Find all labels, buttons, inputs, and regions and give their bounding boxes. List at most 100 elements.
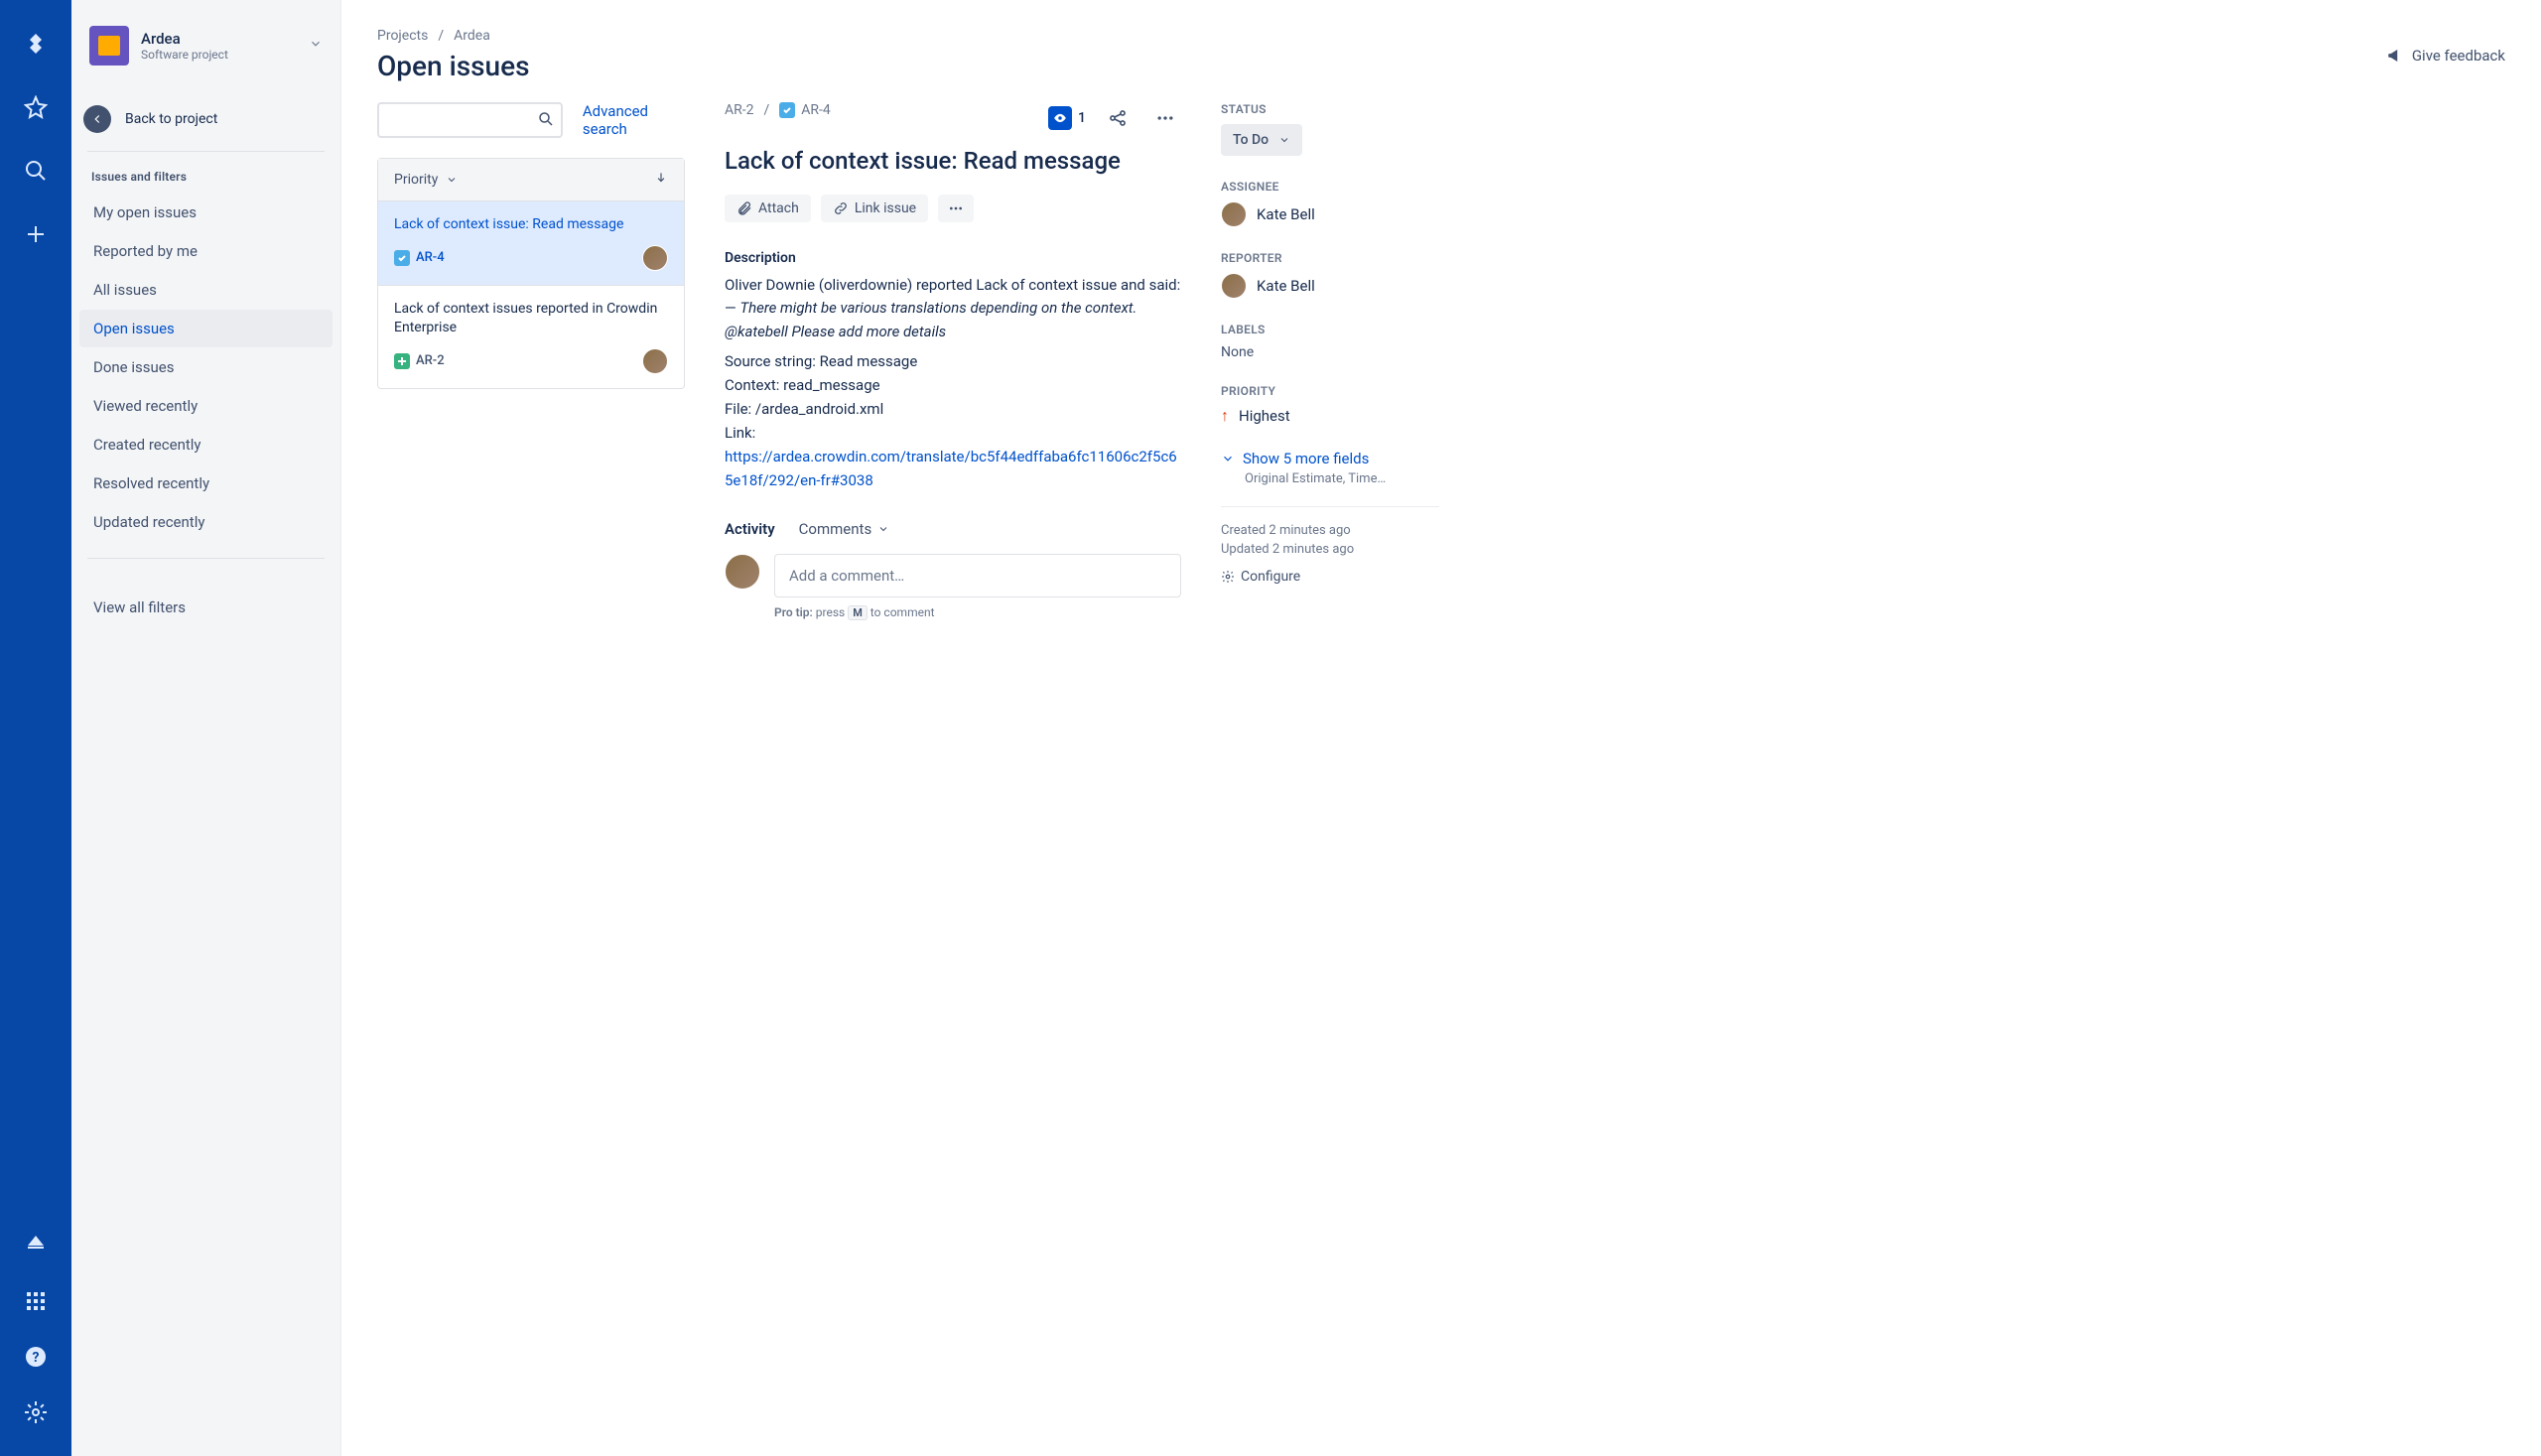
status-value: To Do	[1233, 132, 1269, 148]
notification-icon[interactable]	[16, 1226, 56, 1265]
labels-value[interactable]: None	[1221, 344, 1439, 360]
main-content: Projects / Ardea Open issues Give feedba…	[341, 0, 2541, 1456]
activity-tab-label: Comments	[799, 520, 872, 538]
give-feedback-button[interactable]: Give feedback	[2386, 47, 2505, 65]
watch-count: 1	[1078, 110, 1086, 126]
project-selector[interactable]: Ardea Software project	[79, 20, 333, 71]
issue-key[interactable]: AR-4	[801, 102, 831, 118]
issue-side-panel: STATUS To Do ASSIGNEE Kate Bell	[1221, 102, 1439, 620]
breadcrumb-separator: /	[438, 28, 444, 44]
breadcrumb-project[interactable]: Ardea	[454, 28, 490, 44]
share-icon	[1108, 108, 1128, 128]
watch-button[interactable]: 1	[1048, 106, 1086, 130]
show-more-fields[interactable]: Show 5 more fields	[1221, 450, 1439, 467]
megaphone-icon	[2386, 47, 2404, 65]
task-icon	[394, 250, 410, 266]
arrow-down-icon	[654, 171, 668, 185]
apps-icon[interactable]	[16, 1281, 56, 1321]
chevron-down-icon	[1221, 452, 1235, 465]
sort-dropdown[interactable]: Priority	[394, 172, 458, 188]
priority-field[interactable]: ↑ Highest	[1221, 406, 1439, 426]
status-label: STATUS	[1221, 102, 1439, 116]
jira-logo-icon[interactable]	[16, 24, 56, 64]
created-timestamp: Created 2 minutes ago	[1221, 523, 1439, 538]
issue-card[interactable]: Lack of context issues reported in Crowd…	[378, 286, 684, 388]
updated-timestamp: Updated 2 minutes ago	[1221, 542, 1439, 557]
chevron-down-icon	[446, 174, 458, 186]
settings-icon[interactable]	[16, 1392, 56, 1432]
search-icon[interactable]	[16, 151, 56, 191]
issue-parent-key[interactable]: AR-2	[725, 102, 754, 118]
divider	[1221, 506, 1439, 507]
reporter-field[interactable]: Kate Bell	[1221, 273, 1439, 299]
more-actions-button[interactable]	[1149, 102, 1181, 134]
eye-icon	[1048, 106, 1072, 130]
help-icon[interactable]: ?	[16, 1337, 56, 1377]
give-feedback-label: Give feedback	[2412, 47, 2505, 65]
issue-key: AR-4	[416, 250, 445, 265]
divider	[87, 151, 325, 152]
share-button[interactable]	[1102, 102, 1134, 134]
reporter-avatar	[1221, 273, 1247, 299]
configure-button[interactable]: Configure	[1221, 569, 1439, 585]
description-file: File: /ardea_android.xml	[725, 397, 1181, 421]
breadcrumb-projects[interactable]: Projects	[377, 28, 428, 44]
search-input[interactable]	[377, 102, 563, 138]
issue-card[interactable]: Lack of context issue: Read message AR-4	[378, 201, 684, 286]
filter-updated-recently[interactable]: Updated recently	[79, 503, 333, 541]
filter-viewed-recently[interactable]: Viewed recently	[79, 387, 333, 425]
project-name: Ardea	[141, 30, 297, 48]
filter-created-recently[interactable]: Created recently	[79, 426, 333, 463]
global-rail: ?	[0, 0, 71, 1456]
paperclip-icon	[736, 200, 752, 216]
more-fields-label: Show 5 more fields	[1243, 450, 1369, 467]
filter-my-open-issues[interactable]: My open issues	[79, 194, 333, 231]
divider	[87, 558, 325, 559]
assignee-field[interactable]: Kate Bell	[1221, 201, 1439, 227]
issue-card-title: Lack of context issues reported in Crowd…	[394, 300, 668, 338]
back-to-project[interactable]: Back to project	[79, 87, 333, 151]
filter-reported-by-me[interactable]: Reported by me	[79, 232, 333, 270]
chevron-down-icon	[1278, 134, 1290, 146]
assignee-avatar	[1221, 201, 1247, 227]
activity-comments-tab[interactable]: Comments	[799, 520, 890, 538]
description-source: Source string: Read message	[725, 349, 1181, 373]
add-icon[interactable]	[16, 214, 56, 254]
assignee-avatar	[642, 245, 668, 271]
attach-label: Attach	[758, 200, 799, 216]
configure-label: Configure	[1241, 569, 1300, 585]
link-issue-button[interactable]: Link issue	[821, 195, 928, 222]
assignee-name: Kate Bell	[1257, 205, 1315, 223]
assignee-avatar	[642, 348, 668, 374]
filter-all-issues[interactable]: All issues	[79, 271, 333, 309]
priority-label: PRIORITY	[1221, 384, 1439, 398]
issue-list: Priority Lack of context issue: Read mes…	[377, 158, 685, 389]
back-label: Back to project	[125, 111, 217, 127]
description-body[interactable]: Oliver Downie (oliverdownie) reported La…	[725, 274, 1181, 343]
view-all-filters[interactable]: View all filters	[79, 585, 333, 630]
description-link[interactable]: https://ardea.crowdin.com/translate/bc5f…	[725, 445, 1181, 492]
advanced-search-link[interactable]: Advanced search	[583, 102, 685, 138]
project-sidebar: Ardea Software project Back to project I…	[71, 0, 341, 1456]
issue-title[interactable]: Lack of context issue: Read message	[725, 146, 1181, 177]
link-icon	[833, 200, 849, 216]
description-label: Description	[725, 250, 1181, 266]
issue-breadcrumb: AR-2 / AR-4	[725, 102, 831, 118]
description-link-label: Link:	[725, 421, 1181, 445]
filter-done-issues[interactable]: Done issues	[79, 348, 333, 386]
filter-open-issues[interactable]: Open issues	[79, 310, 333, 347]
task-icon	[779, 102, 795, 118]
project-avatar-icon	[89, 26, 129, 66]
more-fields-sub: Original Estimate, Time…	[1245, 471, 1439, 486]
back-arrow-icon	[83, 105, 111, 133]
filter-resolved-recently[interactable]: Resolved recently	[79, 464, 333, 502]
more-issue-actions-button[interactable]	[938, 195, 974, 222]
attach-button[interactable]: Attach	[725, 195, 811, 222]
chevron-down-icon	[309, 37, 323, 55]
status-dropdown[interactable]: To Do	[1221, 124, 1302, 156]
sort-direction-button[interactable]	[654, 171, 668, 189]
comment-input[interactable]: Add a comment…	[774, 554, 1181, 597]
star-icon[interactable]	[16, 87, 56, 127]
gear-icon	[1221, 570, 1235, 584]
svg-text:?: ?	[33, 1350, 40, 1366]
